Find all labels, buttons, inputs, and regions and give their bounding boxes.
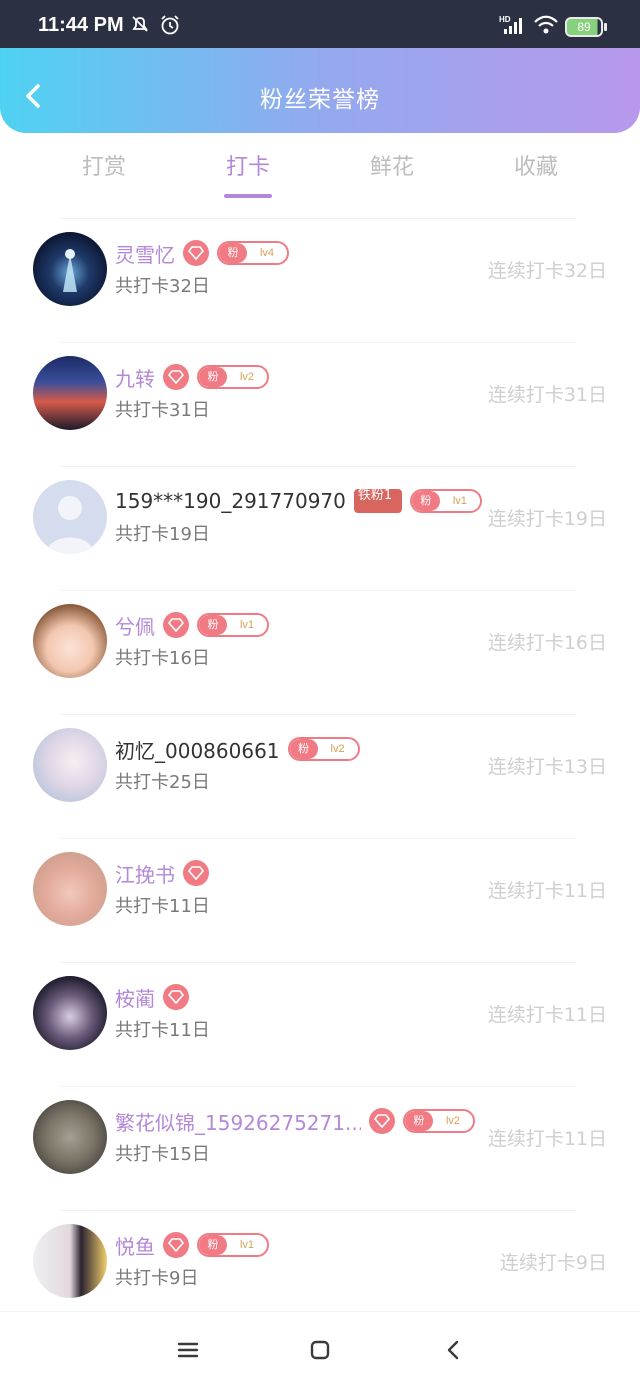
- list-item[interactable]: 兮佩 粉 lv1 共打卡16日 连续打卡16日: [0, 590, 640, 714]
- list-item[interactable]: 桉蔺 共打卡11日 连续打卡11日: [0, 962, 640, 1086]
- name-line: 悦鱼 粉 lv1: [115, 1230, 269, 1260]
- menu-icon[interactable]: [174, 1336, 202, 1364]
- name-line: 江挽书: [115, 858, 209, 888]
- total-checkins: 共打卡9日: [115, 1268, 199, 1289]
- divider: [60, 342, 576, 343]
- avatar[interactable]: [33, 480, 107, 554]
- name-line: 九转 粉 lv2: [115, 362, 269, 392]
- divider: [60, 590, 576, 591]
- total-checkins: 共打卡32日: [115, 276, 210, 297]
- list-item[interactable]: 159***190_291770970 铁粉1 粉 lv1 共打卡19日 连续打卡…: [0, 466, 640, 590]
- mute-icon: [132, 16, 148, 32]
- avatar[interactable]: [33, 1224, 107, 1298]
- total-checkins: 共打卡15日: [115, 1144, 210, 1165]
- avatar[interactable]: [33, 356, 107, 430]
- fan-level-badge: 粉 lv1: [197, 1233, 269, 1257]
- alarm-icon: [161, 15, 179, 35]
- streak-checkins: 连续打卡11日: [487, 880, 607, 902]
- status-bar: 11:44 PM HD 89: [0, 0, 640, 48]
- fan-level-badge: 粉 lv1: [197, 613, 269, 637]
- total-checkins: 共打卡11日: [115, 1020, 210, 1041]
- name-line: 灵雪忆 粉 lv4: [115, 238, 289, 268]
- fan-level-badge: 粉 lv1: [409, 489, 482, 513]
- home-square-icon[interactable]: [306, 1336, 334, 1364]
- svg-text:HD: HD: [499, 15, 511, 24]
- streak-checkins: 连续打卡11日: [487, 1004, 607, 1026]
- avatar[interactable]: [33, 232, 107, 306]
- fan-level-badge: 粉 lv4: [217, 241, 289, 265]
- list-item[interactable]: 九转 粉 lv2 共打卡31日 连续打卡31日: [0, 342, 640, 466]
- tab-checkin[interactable]: 打卡: [188, 149, 308, 181]
- wifi-icon: [534, 15, 558, 34]
- iron-fan-badge: 铁粉1: [353, 489, 402, 513]
- system-nav-bar: [0, 1311, 640, 1387]
- user-name[interactable]: 繁花似锦_15926275271...: [115, 1107, 361, 1136]
- divider: [60, 466, 576, 467]
- diamond-icon: [369, 1108, 395, 1134]
- diamond-icon: [183, 240, 209, 266]
- total-checkins: 共打卡25日: [115, 772, 210, 793]
- tab-favorites[interactable]: 收藏: [476, 149, 596, 181]
- user-name[interactable]: 悦鱼: [115, 1231, 155, 1260]
- list-item[interactable]: 繁花似锦_15926275271... 粉 lv2 共打卡15日 连续打卡11日: [0, 1086, 640, 1210]
- avatar[interactable]: [33, 728, 107, 802]
- divider: [60, 1086, 576, 1087]
- user-name[interactable]: 江挽书: [115, 859, 175, 888]
- page-title: 粉丝荣誉榜: [260, 87, 380, 113]
- divider: [60, 962, 576, 963]
- streak-checkins: 连续打卡16日: [487, 632, 607, 654]
- divider: [60, 714, 576, 715]
- user-name[interactable]: 159***190_291770970: [115, 489, 346, 513]
- back-triangle-icon[interactable]: [440, 1336, 468, 1364]
- diamond-icon: [163, 1232, 189, 1258]
- tab-flowers[interactable]: 鲜花: [332, 149, 452, 181]
- streak-checkins: 连续打卡31日: [487, 384, 607, 406]
- status-time: 11:44 PM: [38, 14, 124, 36]
- streak-checkins: 连续打卡11日: [487, 1128, 607, 1150]
- fan-level-badge: 粉 lv2: [197, 365, 269, 389]
- diamond-icon: [163, 364, 189, 390]
- list-item[interactable]: 灵雪忆 粉 lv4 共打卡32日 连续打卡32日: [0, 218, 640, 342]
- battery-tip: [604, 23, 607, 31]
- list-item[interactable]: 江挽书 共打卡11日 连续打卡11日: [0, 838, 640, 962]
- total-checkins: 共打卡19日: [115, 524, 210, 545]
- total-checkins: 共打卡31日: [115, 400, 210, 421]
- tab-active-indicator: [224, 194, 272, 198]
- avatar[interactable]: [33, 976, 107, 1050]
- avatar[interactable]: [33, 1100, 107, 1174]
- name-line: 繁花似锦_15926275271... 粉 lv2: [115, 1106, 475, 1136]
- tab-reward[interactable]: 打赏: [44, 149, 164, 181]
- avatar[interactable]: [33, 604, 107, 678]
- battery-indicator: 89: [565, 17, 603, 37]
- user-name[interactable]: 兮佩: [115, 611, 155, 640]
- user-name[interactable]: 桉蔺: [115, 983, 155, 1012]
- streak-checkins: 连续打卡19日: [487, 508, 607, 530]
- total-checkins: 共打卡16日: [115, 648, 210, 669]
- name-line: 兮佩 粉 lv1: [115, 610, 269, 640]
- user-name[interactable]: 灵雪忆: [115, 239, 175, 268]
- avatar[interactable]: [33, 852, 107, 926]
- streak-checkins: 连续打卡13日: [487, 756, 607, 778]
- fan-level-badge: 粉 lv2: [287, 737, 360, 761]
- divider: [60, 838, 576, 839]
- name-line: 初忆_000860661 粉 lv2: [115, 734, 360, 764]
- list-item[interactable]: 初忆_000860661 粉 lv2 共打卡25日 连续打卡13日: [0, 714, 640, 838]
- streak-checkins: 连续打卡9日: [499, 1252, 607, 1274]
- hd-signal-icon: HD: [499, 15, 522, 34]
- divider: [60, 1210, 576, 1211]
- tab-bar: 打赏 打卡 鲜花 收藏: [0, 143, 640, 205]
- streak-checkins: 连续打卡32日: [487, 260, 607, 282]
- user-name[interactable]: 初忆_000860661: [115, 735, 280, 764]
- diamond-icon: [183, 860, 209, 886]
- fan-level-badge: 粉 lv2: [403, 1109, 475, 1133]
- diamond-icon: [163, 984, 189, 1010]
- name-line: 159***190_291770970 铁粉1 粉 lv1: [115, 486, 482, 516]
- name-line: 桉蔺: [115, 982, 189, 1012]
- divider: [60, 218, 576, 219]
- user-name[interactable]: 九转: [115, 363, 155, 392]
- total-checkins: 共打卡11日: [115, 896, 210, 917]
- diamond-icon: [163, 612, 189, 638]
- header: 11:44 PM HD 89 粉丝荣誉榜: [0, 0, 640, 133]
